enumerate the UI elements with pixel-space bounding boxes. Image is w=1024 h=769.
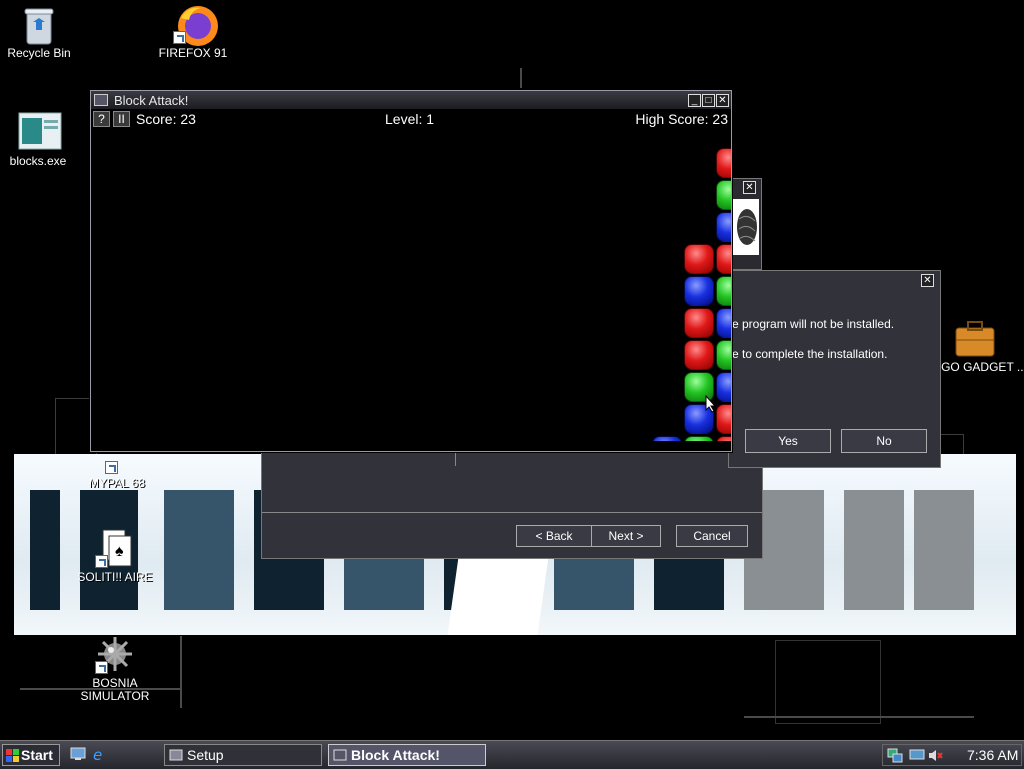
game-block [716,404,731,434]
task-setup[interactable]: Setup [164,744,322,766]
desktop-icon-bosnia-simulator[interactable]: BOSNIA SIMULATOR [60,634,170,703]
level-label: Level: 1 [385,111,435,127]
title-bar: Block Attack! _ □ ✕ [91,91,731,109]
display-icon[interactable] [909,748,925,763]
dialog-message-line1: e program will not be installed. [732,317,895,331]
game-area[interactable]: ? II Score: 23 Level: 1 High Score: 23 [91,109,731,441]
svg-text:e: e [93,746,102,762]
game-block [716,180,731,210]
no-button[interactable]: No [841,429,927,453]
game-block [716,436,731,441]
setup-icon [169,749,183,761]
cancel-button[interactable]: Cancel [676,525,748,547]
desktop-icon[interactable] [70,747,86,761]
minimize-icon[interactable]: _ [688,93,701,107]
next-button[interactable]: Next > [591,525,661,547]
confirm-dialog: ✕ e program will not be installed. e to … [728,270,941,468]
game-block [684,436,714,441]
close-icon[interactable]: ✕ [716,93,729,107]
bg-line [744,716,974,718]
taskbar: Start e Setup Block Attack! 7:36 AM [0,740,1024,769]
help-button[interactable]: ? [93,111,110,127]
desktop-icon-mypal[interactable]: MYPAL 68 [62,448,172,490]
game-block [716,308,731,338]
pause-button[interactable]: II [113,111,130,127]
yes-button[interactable]: Yes [745,429,831,453]
game-block [716,148,731,178]
desktop-icon-solitaire[interactable]: ♠ SOLITI!! AIRE [60,528,170,584]
game-block [716,340,731,370]
svg-text:♠: ♠ [115,543,124,560]
exe-icon [18,112,62,152]
game-block [716,212,731,242]
game-block [716,372,731,402]
close-icon[interactable]: ✕ [921,274,934,287]
hud: ? II Score: 23 Level: 1 High Score: 23 [91,111,731,129]
windows-flag-icon [6,749,19,762]
setup-wizard-window: < Back Next > Cancel [261,449,763,559]
close-icon[interactable]: ✕ [743,181,756,194]
desktop-icon-recycle-bin[interactable]: Recycle Bin [0,4,94,60]
window-title: Block Attack! [114,92,189,108]
block-attack-app-icon [333,749,347,761]
start-button[interactable]: Start [2,744,60,766]
bg-line [180,636,182,708]
speaker-muted-icon[interactable] [927,748,943,763]
cards-icon: ♠ [95,528,135,568]
mouse-cursor-icon [705,395,717,413]
desktop-icon-firefox[interactable]: FIREFOX 91 [138,4,248,60]
network-icon[interactable] [887,748,903,763]
game-block [716,276,731,306]
task-block-attack[interactable]: Block Attack! [328,744,486,766]
bg-line [520,68,522,88]
back-button[interactable]: < Back [516,525,592,547]
ie-icon[interactable]: e [92,746,108,762]
mine-icon [95,634,135,674]
clock: 7:36 AM [967,747,1019,763]
game-block [684,276,714,306]
recycle-bin-icon [19,4,59,45]
game-block [684,244,714,274]
game-block [684,308,714,338]
app-icon [94,94,108,106]
high-score-label: High Score: 23 [635,111,728,127]
block-attack-window: Block Attack! _ □ ✕ ? II Score: 23 Level… [90,90,732,452]
bg-box [940,434,964,456]
briefcase-icon [953,318,995,358]
maximize-icon[interactable]: □ [702,93,715,107]
game-block [684,340,714,370]
game-block [716,244,731,274]
system-tray: 7:36 AM [882,744,1022,766]
bg-box [775,640,881,724]
desktop-icon-blocks-exe[interactable]: blocks.exe [0,112,93,168]
image-thumbnail [733,199,759,255]
image-viewer-window: ✕ [728,178,762,270]
dialog-message-line2: e to complete the installation. [732,347,888,361]
firefox-icon [173,4,218,46]
score-label: Score: 23 [136,111,196,127]
game-block [652,436,682,441]
